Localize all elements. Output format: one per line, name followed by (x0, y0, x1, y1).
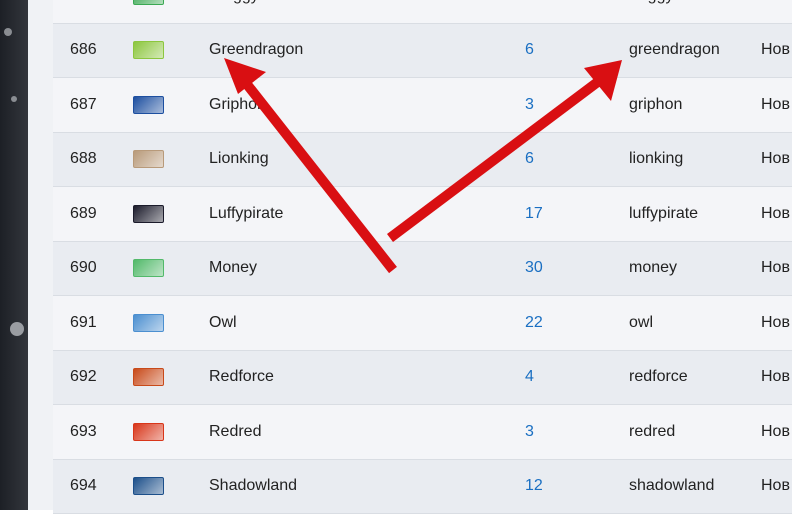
smile-language: Нов (761, 423, 790, 441)
smile-code: redforce (629, 368, 688, 386)
smile-name: Shadowland (209, 477, 297, 495)
smile-count-link[interactable]: 6 (525, 150, 534, 168)
lionking-icon (133, 150, 164, 168)
smile-name: Lionking (209, 150, 269, 168)
table-row: 687 Griphon 3 griphon Нов (53, 78, 792, 133)
redred-icon (133, 423, 164, 441)
redforce-icon (133, 368, 164, 386)
row-id: 690 (70, 259, 97, 277)
row-id: 692 (70, 368, 97, 386)
smile-code: owl (629, 314, 653, 332)
background-decoration (10, 322, 24, 336)
table-row: 694 Shadowland 12 shadowland Нов (53, 460, 792, 514)
smile-language: Нов (761, 368, 790, 386)
table-row: 688 Lionking 6 lionking Нов (53, 133, 792, 188)
page-gutter (28, 0, 53, 510)
background-decoration (11, 96, 17, 102)
smile-language: Нов (761, 0, 790, 5)
smile-name: Froggy (209, 0, 259, 5)
row-id: 689 (70, 205, 97, 223)
smile-code: money (629, 259, 677, 277)
background-decoration (4, 28, 12, 36)
table-row: 691 Owl 22 owl Нов (53, 296, 792, 351)
smile-language: Нов (761, 41, 790, 59)
smile-name: Redforce (209, 368, 274, 386)
smile-language: Нов (761, 96, 790, 114)
smile-language: Нов (761, 150, 790, 168)
background-edge (0, 0, 28, 510)
table-row: 685 Froggy 9 froggy Нов (53, 0, 792, 24)
row-id: 694 (70, 477, 97, 495)
smile-count-link[interactable]: 3 (525, 96, 534, 114)
smile-name: Griphon (209, 96, 266, 114)
shadowland-icon (133, 477, 164, 495)
smile-name: Greendragon (209, 41, 303, 59)
smile-language: Нов (761, 259, 790, 277)
smile-count-link[interactable]: 6 (525, 41, 534, 59)
smile-count-link[interactable]: 9 (525, 0, 534, 5)
smile-count-link[interactable]: 17 (525, 205, 543, 223)
smile-name: Luffypirate (209, 205, 283, 223)
smiles-table: 685 Froggy 9 froggy Нов 686 Greendragon 6 greend… (53, 0, 792, 514)
smile-name: Money (209, 259, 257, 277)
smile-count-link[interactable]: 30 (525, 259, 543, 277)
froggy-icon (133, 0, 164, 5)
row-id: 687 (70, 96, 97, 114)
smile-count-link[interactable]: 4 (525, 368, 534, 386)
table-row: 692 Redforce 4 redforce Нов (53, 351, 792, 406)
table-row: 686 Greendragon 6 greendragon Нов (53, 24, 792, 79)
smile-name: Owl (209, 314, 237, 332)
smile-language: Нов (761, 205, 790, 223)
smile-code: froggy (629, 0, 673, 5)
table-row: 693 Redred 3 redred Нов (53, 405, 792, 460)
smile-code: redred (629, 423, 675, 441)
row-id: 685 (70, 0, 97, 5)
smile-count-link[interactable]: 3 (525, 423, 534, 441)
table-row: 690 Money 30 money Нов (53, 242, 792, 297)
smile-count-link[interactable]: 22 (525, 314, 543, 332)
smile-language: Нов (761, 314, 790, 332)
money-icon (133, 259, 164, 277)
smile-count-link[interactable]: 12 (525, 477, 543, 495)
smile-name: Redred (209, 423, 261, 441)
griphon-icon (133, 96, 164, 114)
smile-code: greendragon (629, 41, 720, 59)
smile-language: Нов (761, 477, 790, 495)
row-id: 688 (70, 150, 97, 168)
smile-code: griphon (629, 96, 682, 114)
table-row: 689 Luffypirate 17 luffypirate Нов (53, 187, 792, 242)
greendragon-icon (133, 41, 164, 59)
smile-code: shadowland (629, 477, 714, 495)
smile-code: luffypirate (629, 205, 698, 223)
row-id: 686 (70, 41, 97, 59)
smile-code: lionking (629, 150, 683, 168)
owl-icon (133, 314, 164, 332)
row-id: 693 (70, 423, 97, 441)
luffypirate-icon (133, 205, 164, 223)
row-id: 691 (70, 314, 97, 332)
